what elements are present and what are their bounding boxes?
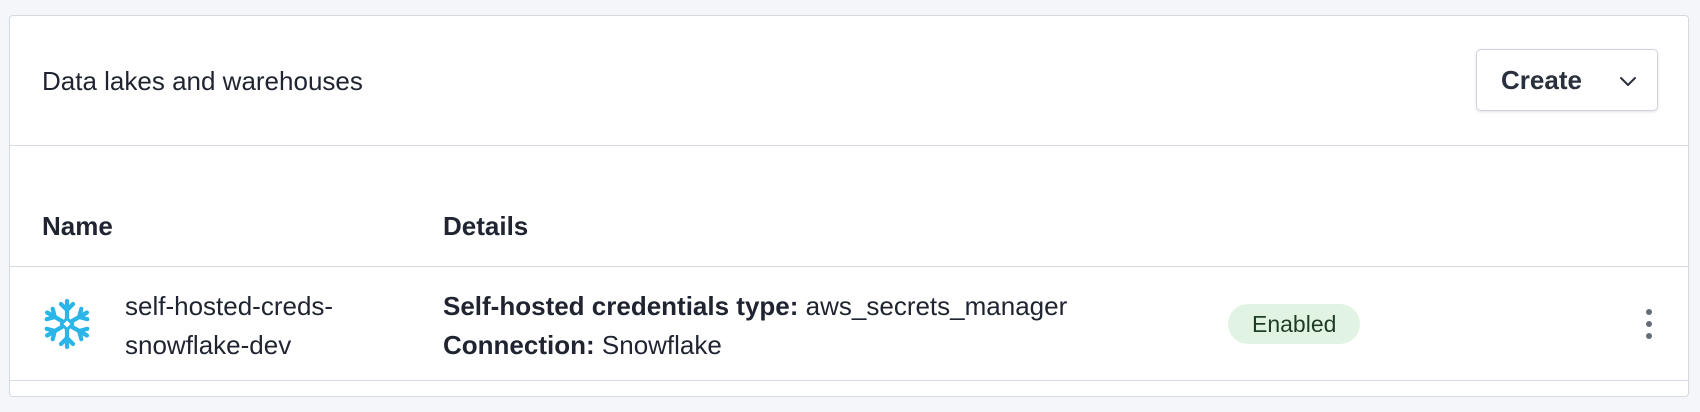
detail-connection: Connection: Snowflake <box>443 326 1067 365</box>
panel-title: Data lakes and warehouses <box>42 66 363 96</box>
create-button[interactable]: Create <box>1476 49 1658 111</box>
chevron-down-icon <box>1620 77 1636 86</box>
snowflake-icon <box>40 298 94 351</box>
create-button-label: Create <box>1501 64 1582 95</box>
row-name-line1: self-hosted-creds- <box>125 291 334 321</box>
table-row[interactable]: self-hosted-creds- snowflake-dev Self-ho… <box>10 267 1688 381</box>
column-header-name: Name <box>42 211 113 241</box>
detail-connection-label: Connection: <box>443 330 595 360</box>
status-badge: Enabled <box>1228 304 1361 344</box>
detail-connection-value: Snowflake <box>601 330 722 360</box>
data-lakes-panel: Data lakes and warehouses Create Name De… <box>9 15 1689 397</box>
detail-credentials-type: Self-hosted credentials type: aws_secret… <box>443 287 1067 326</box>
row-name: self-hosted-creds- snowflake-dev <box>125 287 405 365</box>
row-details: Self-hosted credentials type: aws_secret… <box>443 287 1067 365</box>
detail-credentials-type-value: aws_secrets_manager <box>805 291 1068 321</box>
table-header: Name Details <box>10 146 1688 267</box>
more-options-icon[interactable] <box>1634 303 1664 345</box>
detail-credentials-type-label: Self-hosted credentials type: <box>443 291 799 321</box>
panel-header: Data lakes and warehouses Create <box>10 16 1688 146</box>
column-header-details: Details <box>443 211 529 241</box>
row-name-line2: snowflake-dev <box>125 330 292 360</box>
